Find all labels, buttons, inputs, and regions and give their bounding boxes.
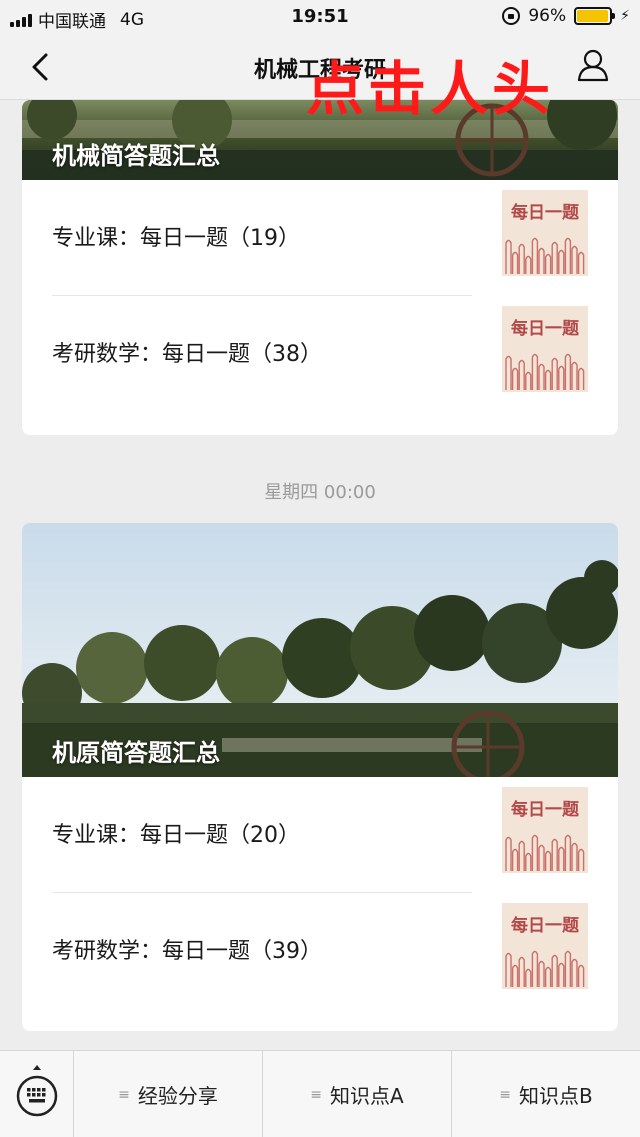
thumbnail-stroke [511,848,519,871]
battery-fill [577,10,608,22]
thumbnail-stroke [558,846,565,871]
article-title: 考研数学：每日一题（38） [52,342,322,367]
keyboard-icon [16,1065,58,1117]
article-thumbnail: 每日一题 [502,306,588,392]
article-thumbnail: 每日一题 [502,190,588,276]
menu-item-label: 经验分享 [137,1084,218,1108]
thumbnail-stroke [551,241,558,274]
thumbnail-stroke [525,371,532,390]
thumbnail-stroke [564,353,572,390]
status-bar: 中国联通 4G 19:51 96% ⚡ [0,0,640,34]
thumbnail-stroke [505,239,512,274]
thumbnail-stroke [518,956,525,987]
thumbnail-stroke [577,964,585,987]
article-row[interactable]: 专业课：每日一题（20） 每日一题 [22,777,618,893]
thumbnail-stroke [511,367,519,390]
card-banner[interactable]: 机原简答题汇总 [22,523,618,784]
user-icon [577,49,609,82]
user-profile-button[interactable] [576,48,610,82]
thumbnail-stroke [564,834,572,871]
thumbnail-stroke [538,363,545,390]
article-title: 考研数学：每日一题（39） [52,939,322,964]
thumbnail-stroke [544,369,552,390]
article-title: 专业课：每日一题（19） [52,226,300,251]
message-timestamp: 星期四 00:00 [264,482,376,503]
thumbnail-stroke [505,836,512,871]
rotation-lock-icon [502,7,521,25]
thumbnail-stroke [538,960,545,987]
thumbnail-stroke [531,950,539,987]
battery-percent: 96% [528,6,567,26]
thumbnail-stroke [538,247,545,274]
thumbnail-stroke [518,359,525,390]
thumbnail-stroke [571,361,578,390]
thumbnail-stroke [551,838,558,871]
thumbnail-stroke [558,365,565,390]
article-card[interactable]: 机械简答题汇总 专业课：每日一题（19） 每日一题 考研数学：每日一题（38） … [22,100,618,435]
article-title: 专业课：每日一题（20） [52,823,300,848]
thumbnail-stroke [571,245,578,274]
thumbnail-stroke [518,243,525,274]
thumbnail-stroke [564,950,572,987]
overlay-annotation: 点击人头 [306,55,555,123]
thumbnail-stroke [577,367,585,390]
thumbnail-stroke [518,840,525,871]
thumbnail-stroke [551,357,558,390]
thumbnail-stroke [531,353,539,390]
charging-icon: ⚡ [620,8,630,24]
thumbnail-stroke [505,355,512,390]
thumbnail-stroke [577,848,585,871]
thumbnail-pattern [505,237,585,274]
menu-lines-icon: ≡ [310,1086,323,1103]
thumbnail-stroke [571,842,578,871]
article-thumbnail: 每日一题 [502,787,588,873]
thumbnail-stroke [538,844,545,871]
keyboard-toggle-button[interactable] [0,1051,74,1137]
thumbnail-pattern [505,353,585,390]
thumbnail-pattern [505,950,585,987]
bottom-menu: ≡ 经验分享 ≡ 知识点A ≡ 知识点B [0,1050,640,1137]
menu-item-label: 知识点A [330,1084,404,1108]
thumbnail-stroke [564,237,572,274]
article-thumbnail: 每日一题 [502,903,588,989]
thumbnail-stroke [505,952,512,987]
battery-icon [574,7,616,25]
thumbnail-stroke [558,962,565,987]
thumbnail-stroke [531,237,539,274]
status-right: 96% ⚡ [502,6,630,26]
menu-item-knowledge-b[interactable]: ≡ 知识点B [452,1051,640,1137]
banner-title: 机原简答题汇总 [52,739,220,767]
article-card[interactable]: 机原简答题汇总 专业课：每日一题（20） 每日一题 考研数学：每日一题（39） … [22,523,618,1031]
thumbnail-stroke [544,850,552,871]
menu-lines-icon: ≡ [118,1086,130,1103]
article-row[interactable]: 考研数学：每日一题（39） 每日一题 [22,893,618,1009]
article-row[interactable]: 考研数学：每日一题（38） 每日一题 [22,296,618,412]
thumbnail-stroke [511,251,519,274]
thumbnail-stroke [551,954,558,987]
thumbnail-stroke [544,253,552,274]
thumbnail-stroke [531,834,539,871]
thumbnail-stroke [525,852,532,871]
thumbnail-stroke [525,968,532,987]
thumbnail-stroke [558,249,565,274]
article-row[interactable]: 专业课：每日一题（19） 每日一题 [22,180,618,296]
menu-item-experience[interactable]: ≡ 经验分享 [74,1051,263,1137]
menu-item-knowledge-a[interactable]: ≡ 知识点A [263,1051,452,1137]
thumbnail-pattern [505,834,585,871]
thumbnail-stroke [525,255,532,274]
menu-lines-icon: ≡ [499,1086,511,1103]
thumbnail-stroke [571,958,578,987]
menu-item-label: 知识点B [519,1084,593,1108]
thumbnail-stroke [511,964,519,987]
banner-title: 机械简答题汇总 [52,142,220,170]
thumbnail-stroke [544,966,552,987]
thumbnail-stroke [577,251,585,274]
